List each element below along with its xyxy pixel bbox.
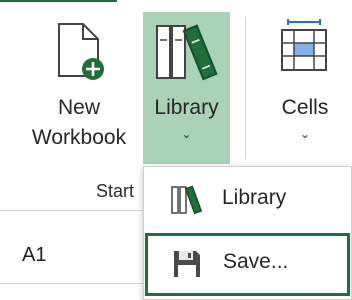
new-workbook-icon [58, 23, 104, 80]
cells-chevron-down-icon: ⌄ [299, 127, 311, 141]
new-workbook-label-line1: New [57, 96, 100, 119]
new-workbook-label-line2: Workbook [31, 126, 127, 149]
books-icon [171, 185, 202, 215]
menu-item-library[interactable]: Library [144, 170, 351, 230]
new-workbook-button[interactable]: New Workbook [18, 12, 140, 164]
floppy-disk-icon [174, 251, 200, 277]
cells-icon [281, 19, 327, 71]
menu-item-save[interactable]: Save... [145, 233, 350, 296]
menu-item-save-label: Save... [223, 250, 289, 273]
library-button[interactable]: Library ⌄ [143, 12, 230, 164]
library-chevron-down-icon: ⌄ [181, 127, 192, 141]
library-dropdown-menu: Library Save... [143, 166, 352, 300]
group-separator [245, 18, 246, 158]
ribbon-group-label: Start [96, 181, 135, 201]
active-tab-underline [0, 0, 117, 2]
menu-item-library-label: Library [222, 186, 287, 209]
cells-label: Cells [281, 96, 329, 119]
library-books-icon [156, 24, 218, 81]
library-label: Library [154, 96, 219, 119]
cells-button[interactable]: Cells ⌄ [262, 12, 348, 164]
name-box[interactable]: A1 [22, 244, 46, 267]
